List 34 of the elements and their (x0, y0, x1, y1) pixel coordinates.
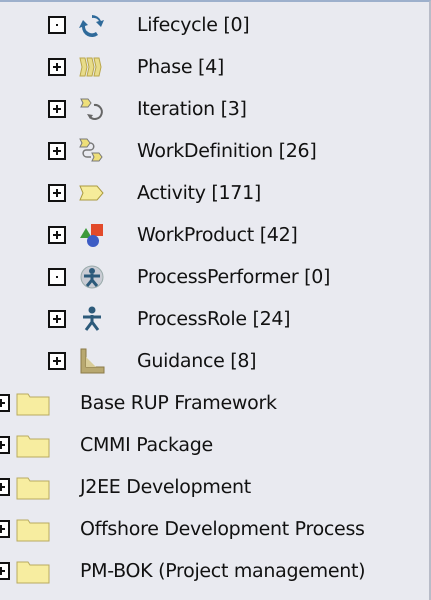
tree-item-label[interactable]: Lifecycle [0] (137, 14, 250, 36)
expand-toggle[interactable] (48, 352, 66, 370)
folder-icon (16, 478, 50, 500)
person-in-circle-icon (80, 266, 104, 288)
pentagon-tag-icon (79, 186, 104, 200)
tree-item-label[interactable]: Phase [4] (137, 56, 224, 78)
expand-toggle[interactable] (48, 58, 66, 76)
folder-icon (16, 436, 50, 458)
shapes-icon (80, 224, 103, 247)
tree-item-label[interactable]: ProcessPerformer [0] (137, 266, 330, 288)
expand-toggle[interactable] (48, 226, 66, 244)
tree-item-label[interactable]: Guidance [8] (137, 350, 256, 372)
chevron-stripes-icon (79, 58, 102, 76)
tree-item-label[interactable]: Base RUP Framework (80, 392, 277, 414)
expand-toggle[interactable] (48, 100, 66, 118)
expand-toggle[interactable] (48, 184, 66, 202)
tree-item-label[interactable]: ProcessRole [24] (137, 308, 290, 330)
tree-item-label[interactable]: Offshore Development Process (80, 518, 365, 540)
chevron-loop-icon (80, 98, 103, 120)
lifecycle-icon (79, 15, 104, 37)
folder-icon (16, 562, 50, 584)
person-icon (82, 306, 102, 332)
folder-icon (16, 520, 50, 542)
expand-toggle[interactable] (48, 310, 66, 328)
tree-item-label[interactable]: CMMI Package (80, 434, 213, 456)
tree-item-label[interactable]: Activity [171] (137, 182, 261, 204)
linked-chevrons-icon (79, 138, 103, 162)
tree-item-label[interactable]: WorkProduct [42] (137, 224, 298, 246)
folder-icon (16, 394, 50, 416)
expand-toggle[interactable] (48, 142, 66, 160)
tree-item-label[interactable]: WorkDefinition [26] (137, 140, 316, 162)
tree-item-label[interactable]: Iteration [3] (137, 98, 247, 120)
tree-item-label[interactable]: PM-BOK (Project management) (80, 560, 366, 582)
tree-item-label[interactable]: J2EE Development (80, 476, 251, 498)
